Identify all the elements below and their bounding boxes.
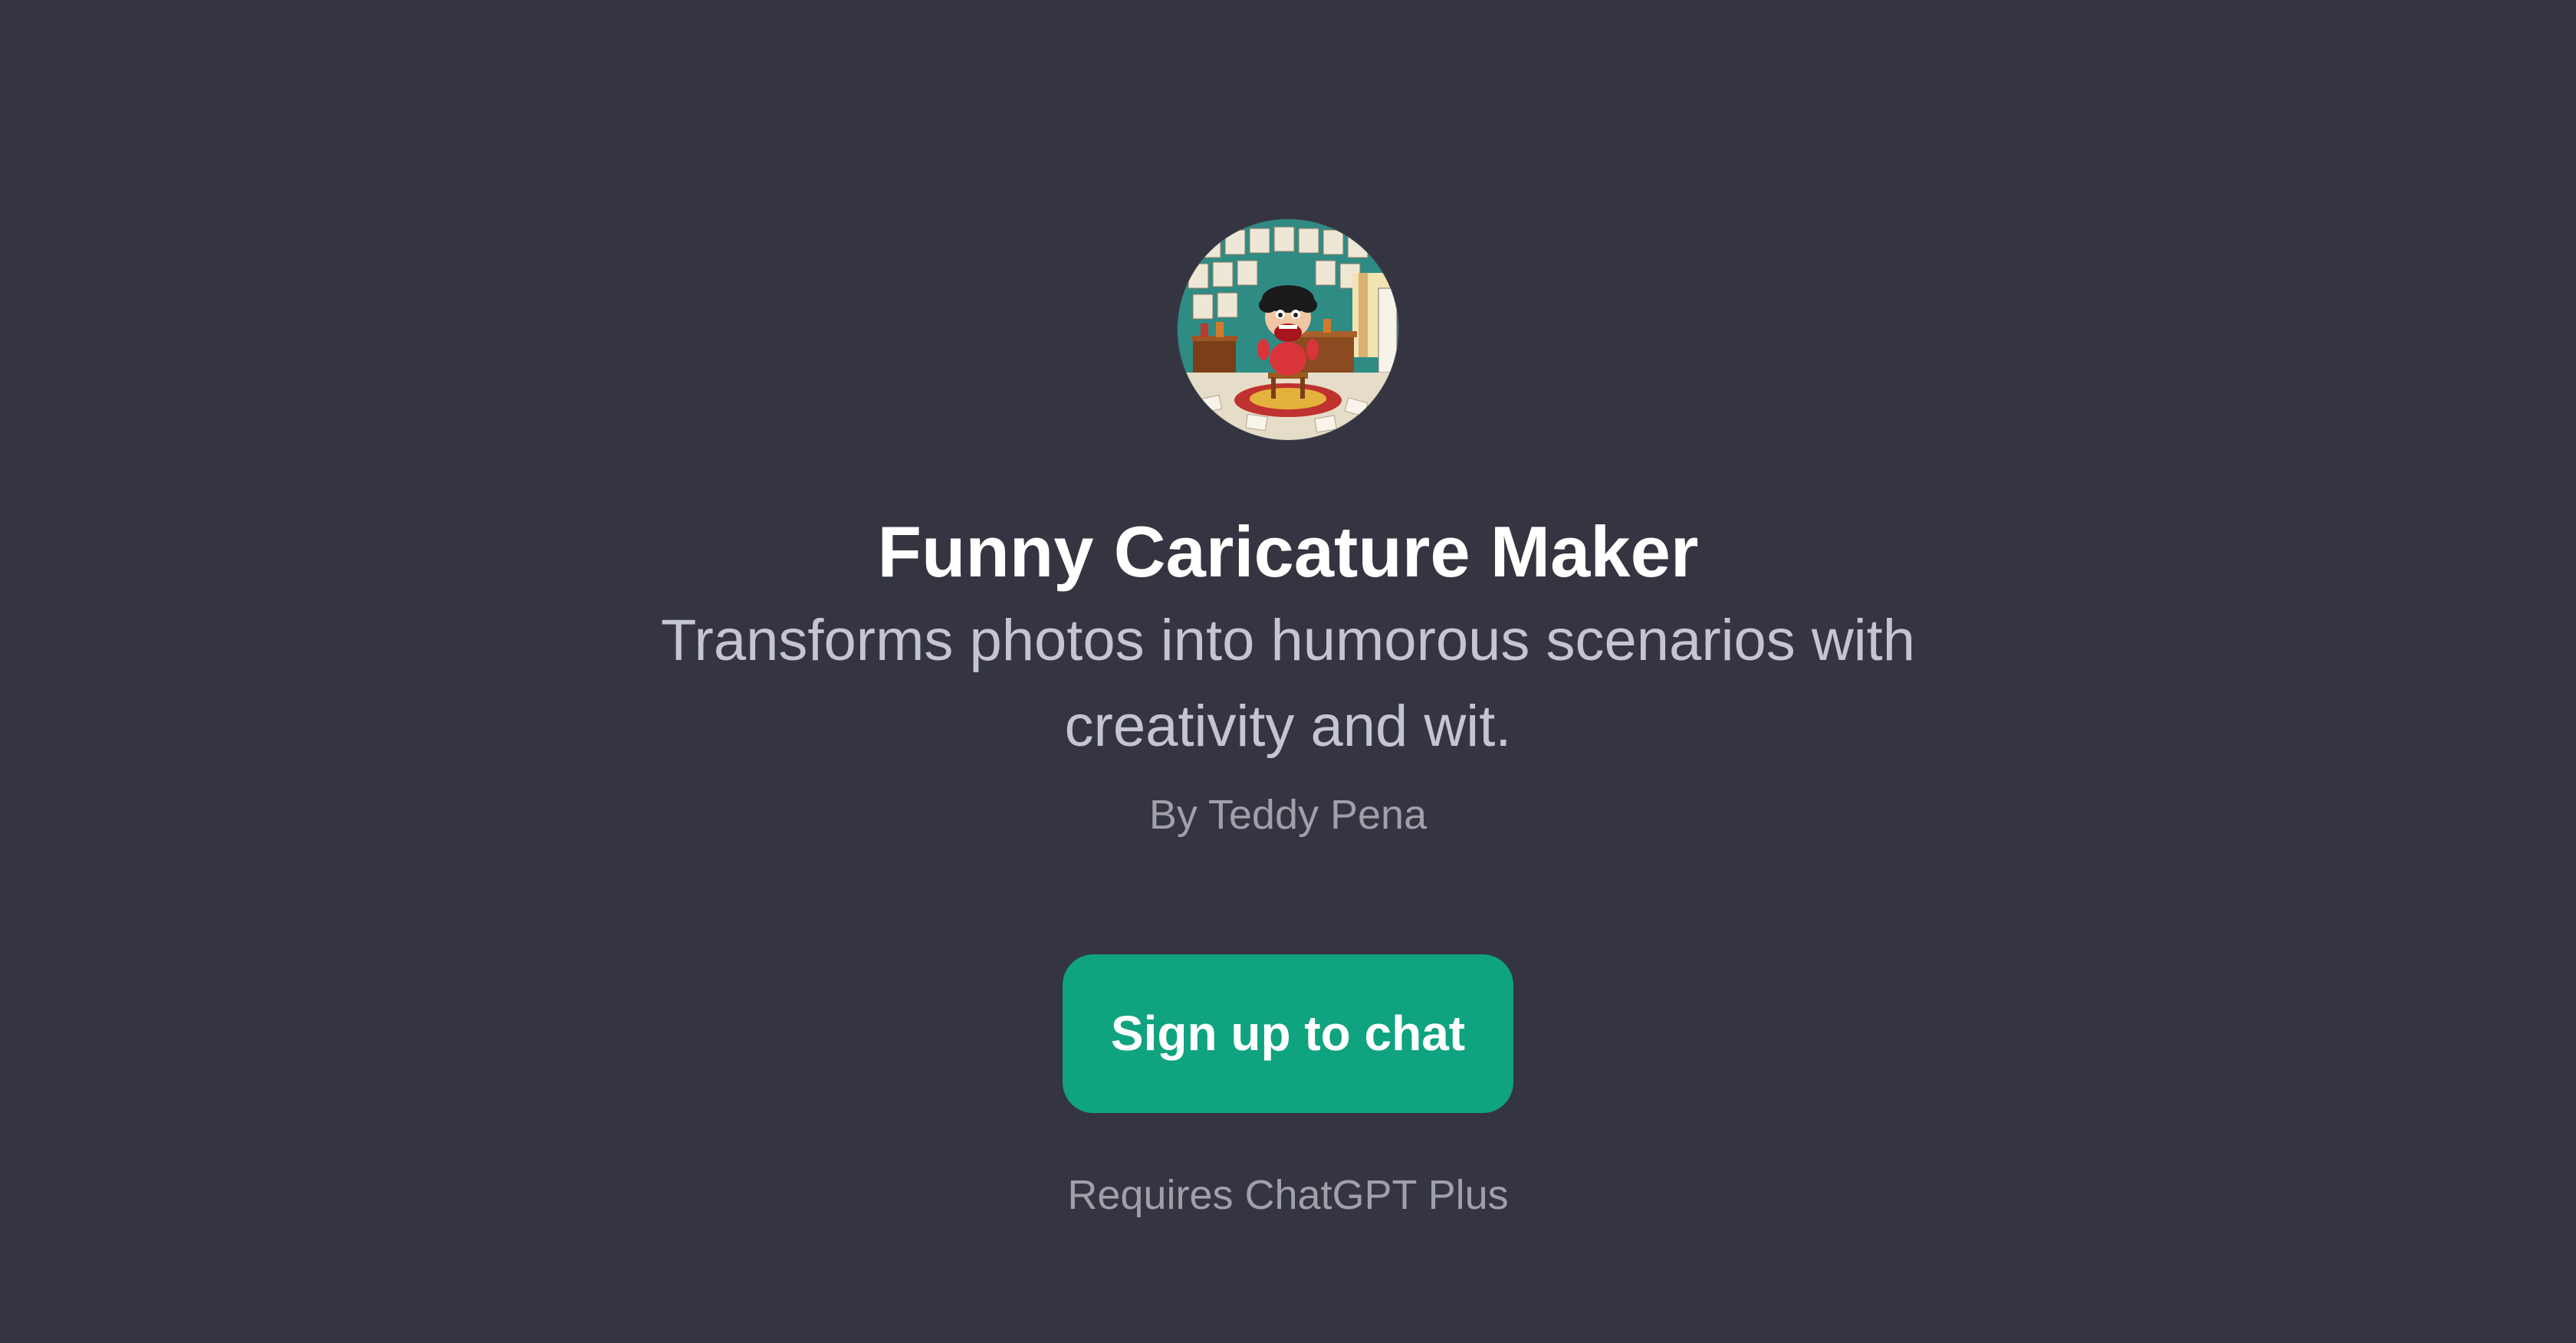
sign-up-to-chat-button[interactable]: Sign up to chat (1063, 954, 1513, 1113)
caricature-artist-avatar-icon (1178, 219, 1398, 440)
gpt-title: Funny Caricature Maker (877, 511, 1699, 592)
gpt-author: By Teddy Pena (1148, 792, 1428, 838)
gpt-landing-page: Funny Caricature Maker Transforms photos… (0, 0, 2576, 1343)
gpt-avatar (1178, 219, 1398, 440)
gpt-description: Transforms photos into humorous scenario… (660, 608, 1916, 759)
plus-requirement-note: Requires ChatGPT Plus (1067, 1172, 1509, 1218)
